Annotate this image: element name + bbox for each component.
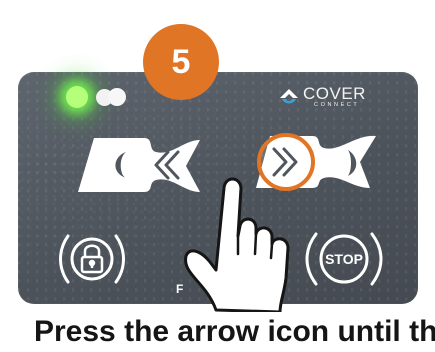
pointing-hand-icon bbox=[184, 177, 290, 312]
padlock-icon bbox=[80, 244, 104, 274]
lock-button[interactable] bbox=[58, 228, 126, 290]
step-number-badge: 5 bbox=[143, 24, 219, 100]
status-led-green bbox=[66, 86, 88, 108]
brand-logo: COVER CONNECT bbox=[278, 82, 366, 112]
stop-button[interactable]: STOP bbox=[304, 226, 384, 292]
status-led-white-2 bbox=[108, 88, 126, 106]
instruction-caption: Press the arrow icon until the bbox=[34, 315, 435, 348]
brand-name: COVER bbox=[303, 84, 366, 104]
instruction-illustration: 5 COVER CONNECT STOP F Press the arrow i… bbox=[0, 0, 435, 348]
stop-label: STOP bbox=[325, 251, 363, 267]
brand-mark-icon bbox=[280, 89, 298, 104]
brand-subname: CONNECT bbox=[314, 102, 360, 109]
